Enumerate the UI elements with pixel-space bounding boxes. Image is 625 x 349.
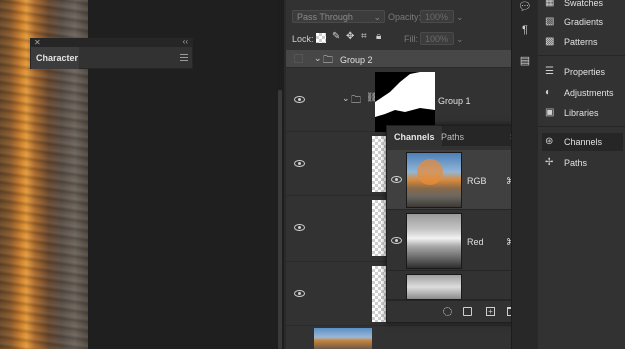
panel-item-gradients[interactable]: ▧ Gradients [542, 13, 623, 31]
layer-row-group-1[interactable]: ⌄ 🗀︎ ⛓︎ Group 1 [286, 68, 511, 132]
channel-thumbnail [406, 152, 462, 208]
lock-all-icon[interactable]: 🔒︎ [376, 31, 381, 42]
channel-thumb-highlight [417, 159, 443, 185]
panel-item-patterns[interactable]: ▩ Patterns [542, 33, 623, 51]
eye-icon[interactable] [294, 160, 305, 167]
lock-transparent-icon[interactable] [316, 33, 326, 43]
fill-field[interactable]: 100% [420, 32, 454, 45]
channel-name: RGB [467, 176, 487, 186]
panel-item-swatches[interactable]: ▦ Swatches [542, 0, 623, 12]
save-selection-icon[interactable] [463, 307, 472, 316]
panel-item-label: Properties [564, 67, 606, 77]
panel-item-properties[interactable]: ☰ Properties [542, 63, 623, 81]
adjustments-icon: ◐ [545, 87, 552, 98]
chevron-down-icon[interactable]: ⌄ [314, 53, 322, 64]
paths-icon: ✢ [545, 157, 554, 168]
opacity-label: Opacity: [388, 12, 422, 22]
panel-item-label: Patterns [564, 37, 598, 47]
opacity-value: 100% [425, 12, 449, 22]
layer-thumbnail[interactable] [372, 266, 386, 322]
notes-icon[interactable]: ▤ [518, 54, 532, 67]
properties-icon: ☰ [545, 66, 554, 77]
blend-mode-value: Pass Through [297, 12, 353, 22]
load-selection-icon[interactable] [443, 307, 452, 316]
eye-icon[interactable] [294, 224, 305, 231]
panel-item-adjustments[interactable]: ◐ Adjustments [542, 84, 623, 102]
panel-menu-icon[interactable] [180, 54, 188, 61]
panel-item-label: Paths [564, 158, 588, 168]
layer-mask-thumbnail[interactable] [375, 72, 435, 132]
folder-icon: 🗀︎ [351, 95, 361, 106]
layer-thumbnail-image[interactable] [314, 328, 372, 349]
visibility-toggle-empty[interactable] [294, 54, 303, 63]
channel-name: Red [467, 237, 484, 247]
character-panel-titlebar[interactable]: ✕ ‹‹ [31, 37, 192, 47]
lock-brush-icon[interactable]: ✎ [332, 31, 340, 42]
lock-label: Lock: [292, 34, 314, 44]
fill-label: Fill: [404, 34, 418, 44]
lock-move-icon[interactable]: ✥ [346, 31, 354, 42]
comment-icon[interactable]: 💬︎ [518, 0, 532, 13]
channel-row-red[interactable]: Red ⌘3 [387, 211, 528, 271]
layer-name[interactable]: Group 2 [340, 55, 373, 65]
panel-item-label: Gradients [564, 17, 604, 27]
layer-thumbnail[interactable] [372, 200, 386, 256]
channel-thumbnail [406, 213, 462, 269]
layer-row-group-2[interactable]: ⌄ 🗀︎ Group 2 [286, 50, 511, 68]
gradients-icon: ▧ [545, 16, 555, 27]
panel-icon-strip: 💬︎ ¶ ▤ [511, 0, 538, 349]
opacity-field[interactable]: 100% [420, 10, 454, 23]
layer-thumbnail[interactable] [372, 136, 386, 192]
lock-artboard-icon[interactable]: ⌗ [361, 31, 367, 42]
divider [538, 55, 625, 56]
panel-item-channels[interactable]: ⊛ Channels [542, 133, 623, 151]
panel-item-label: Channels [564, 137, 603, 147]
channels-icon: ⊛ [545, 136, 554, 147]
paragraph-icon[interactable]: ¶ [518, 24, 532, 36]
collapse-icon[interactable]: ‹‹ [183, 37, 188, 46]
panel-item-label: Adjustments [564, 88, 614, 98]
eye-icon[interactable] [391, 176, 402, 183]
swatches-icon: ▦ [545, 0, 555, 8]
opacity-arrow-icon[interactable]: ⌄ [456, 12, 464, 23]
chevron-down-icon[interactable]: ⌄ [342, 93, 350, 104]
channel-row[interactable] [387, 272, 528, 300]
tab-paths[interactable]: Paths [434, 126, 471, 146]
eye-icon[interactable] [294, 96, 305, 103]
panel-item-libraries[interactable]: ▣ Libraries [542, 104, 623, 122]
character-panel: ✕ ‹‹ Character [30, 37, 193, 69]
libraries-icon: ▣ [545, 107, 555, 118]
eye-icon[interactable] [391, 237, 402, 244]
channel-thumbnail [406, 274, 462, 300]
fill-value: 100% [425, 34, 449, 44]
panel-list: ▦ Swatches ▧ Gradients ▩ Patterns ☰ Prop… [538, 0, 625, 349]
fill-arrow-icon[interactable]: ⌄ [456, 34, 464, 45]
blend-mode-dropdown[interactable]: Pass Through ⌄ [292, 10, 385, 23]
tab-character[interactable]: Character [31, 47, 79, 69]
canvas-scrollbar[interactable] [278, 90, 282, 349]
patterns-icon: ▩ [545, 36, 555, 47]
panel-item-label: Libraries [564, 108, 599, 118]
chevron-down-icon: ⌄ [373, 12, 381, 22]
divider [538, 126, 625, 127]
layer-name[interactable]: Group 1 [438, 96, 471, 106]
channel-row-rgb[interactable]: RGB ⌘2 [387, 150, 528, 210]
eye-icon[interactable] [294, 290, 305, 297]
panel-item-label: Swatches [564, 0, 604, 8]
close-icon[interactable]: ✕ [34, 38, 41, 47]
mask-shape [375, 72, 435, 117]
new-channel-icon[interactable]: + [486, 307, 495, 316]
panel-item-paths[interactable]: ✢ Paths [542, 154, 623, 172]
